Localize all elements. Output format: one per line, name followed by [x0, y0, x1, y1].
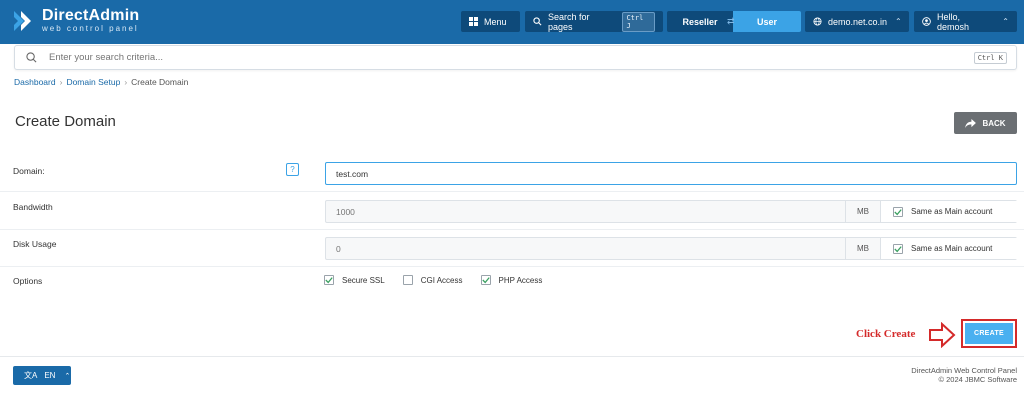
option-label: PHP Access [498, 275, 543, 285]
user-menu-button[interactable]: Hello, demosh ⌃ [914, 11, 1017, 32]
breadcrumb: Dashboard › Domain Setup › Create Domain [14, 77, 188, 87]
globe-icon [813, 17, 822, 26]
footer-line-1: DirectAdmin Web Control Panel [911, 366, 1017, 375]
disk-usage-input[interactable] [326, 238, 846, 259]
back-label: BACK [982, 118, 1006, 128]
checkbox-checked-icon [893, 206, 903, 217]
checkbox-checked-icon [893, 243, 903, 254]
menu-button[interactable]: Menu [461, 11, 520, 32]
user-circle-icon [922, 17, 931, 26]
search-icon [26, 52, 37, 63]
disk-usage-field[interactable]: MB Same as Main account [325, 237, 1017, 260]
bandwidth-same-checkbox[interactable]: Same as Main account [880, 201, 1017, 222]
option-php-access[interactable]: PHP Access [480, 275, 543, 285]
logo-subtitle: web control panel [42, 24, 139, 33]
language-select[interactable]: 文A EN ⌃ [13, 366, 71, 385]
option-label: CGI Access [420, 275, 463, 285]
menu-label: Menu [484, 16, 507, 27]
global-search[interactable]: Ctrl K [14, 45, 1017, 70]
breadcrumb-dashboard[interactable]: Dashboard [14, 77, 56, 87]
disk-usage-same-label: Same as Main account [911, 244, 993, 253]
click-create-annotation: Click Create [856, 328, 916, 340]
back-button[interactable]: BACK [954, 112, 1017, 134]
role-toggle[interactable]: Reseller ⇄ User [667, 11, 801, 32]
domain-select[interactable]: demo.net.co.in ⌃ [805, 11, 909, 32]
logo-title: DirectAdmin [42, 7, 140, 24]
bandwidth-input[interactable] [326, 201, 846, 222]
create-button[interactable]: CREATE [965, 323, 1013, 344]
create-highlight-box: CREATE [961, 319, 1017, 348]
footer-copyright: DirectAdmin Web Control Panel © 2024 JBM… [911, 366, 1017, 384]
bandwidth-label: Bandwidth [13, 202, 53, 212]
option-secure-ssl[interactable]: Secure SSL [324, 275, 385, 285]
breadcrumb-separator: › [59, 77, 63, 87]
domain-label: Domain: [13, 166, 45, 176]
options-label: Options [13, 276, 43, 286]
user-greeting: Hello, demosh [937, 11, 970, 32]
search-icon [533, 17, 542, 26]
checkbox-empty-icon [402, 275, 413, 285]
top-header: DirectAdmin web control panel Menu Searc… [0, 0, 1024, 44]
updown-chevron-icon: ⌃ [64, 372, 71, 380]
search-pages-button[interactable]: Search for pages Ctrl J [525, 11, 663, 32]
bandwidth-same-label: Same as Main account [911, 207, 993, 216]
options-group: Secure SSL CGI Access PHP Access [324, 275, 560, 285]
option-label: Secure SSL [342, 275, 385, 285]
swap-arrows-icon: ⇄ [727, 16, 735, 26]
grid-icon [469, 17, 478, 26]
search-input[interactable] [49, 52, 974, 63]
domain-select-value: demo.net.co.in [828, 16, 888, 27]
footer-divider [0, 356, 1024, 357]
disk-usage-label: Disk Usage [13, 239, 57, 249]
breadcrumb-current: Create Domain [131, 77, 189, 87]
search-pages-label: Search for pages [548, 11, 590, 32]
page-title: Create Domain [15, 113, 116, 130]
directadmin-logo-icon [14, 11, 31, 31]
updown-chevron-icon: ⌃ [1002, 17, 1009, 26]
breadcrumb-domain-setup[interactable]: Domain Setup [66, 77, 120, 87]
updown-chevron-icon: ⌃ [895, 17, 902, 26]
domain-field[interactable] [325, 162, 1017, 185]
search-shortcut-badge: Ctrl K [973, 51, 1007, 64]
bandwidth-field[interactable]: MB Same as Main account [325, 200, 1017, 223]
red-arrow-right-icon [929, 322, 956, 348]
shortcut-badge: Ctrl J [622, 11, 655, 32]
role-reseller[interactable]: Reseller [667, 11, 733, 32]
language-value: EN [44, 371, 56, 380]
checkbox-checked-icon [324, 275, 334, 285]
breadcrumb-separator: › [124, 77, 128, 87]
disk-usage-same-checkbox[interactable]: Same as Main account [880, 238, 1017, 259]
share-arrow-icon [965, 118, 977, 128]
disk-usage-unit: MB [845, 238, 880, 259]
role-user[interactable]: User [733, 11, 801, 32]
option-cgi-access[interactable]: CGI Access [402, 275, 463, 285]
translate-icon: 文A [24, 371, 38, 380]
bandwidth-unit: MB [845, 201, 880, 222]
logo[interactable]: DirectAdmin web control panel [12, 8, 139, 34]
footer-line-2: © 2024 JBMC Software [938, 375, 1017, 384]
help-icon[interactable]: ? [286, 163, 299, 176]
domain-input[interactable] [326, 163, 1016, 184]
checkbox-checked-icon [480, 275, 491, 285]
